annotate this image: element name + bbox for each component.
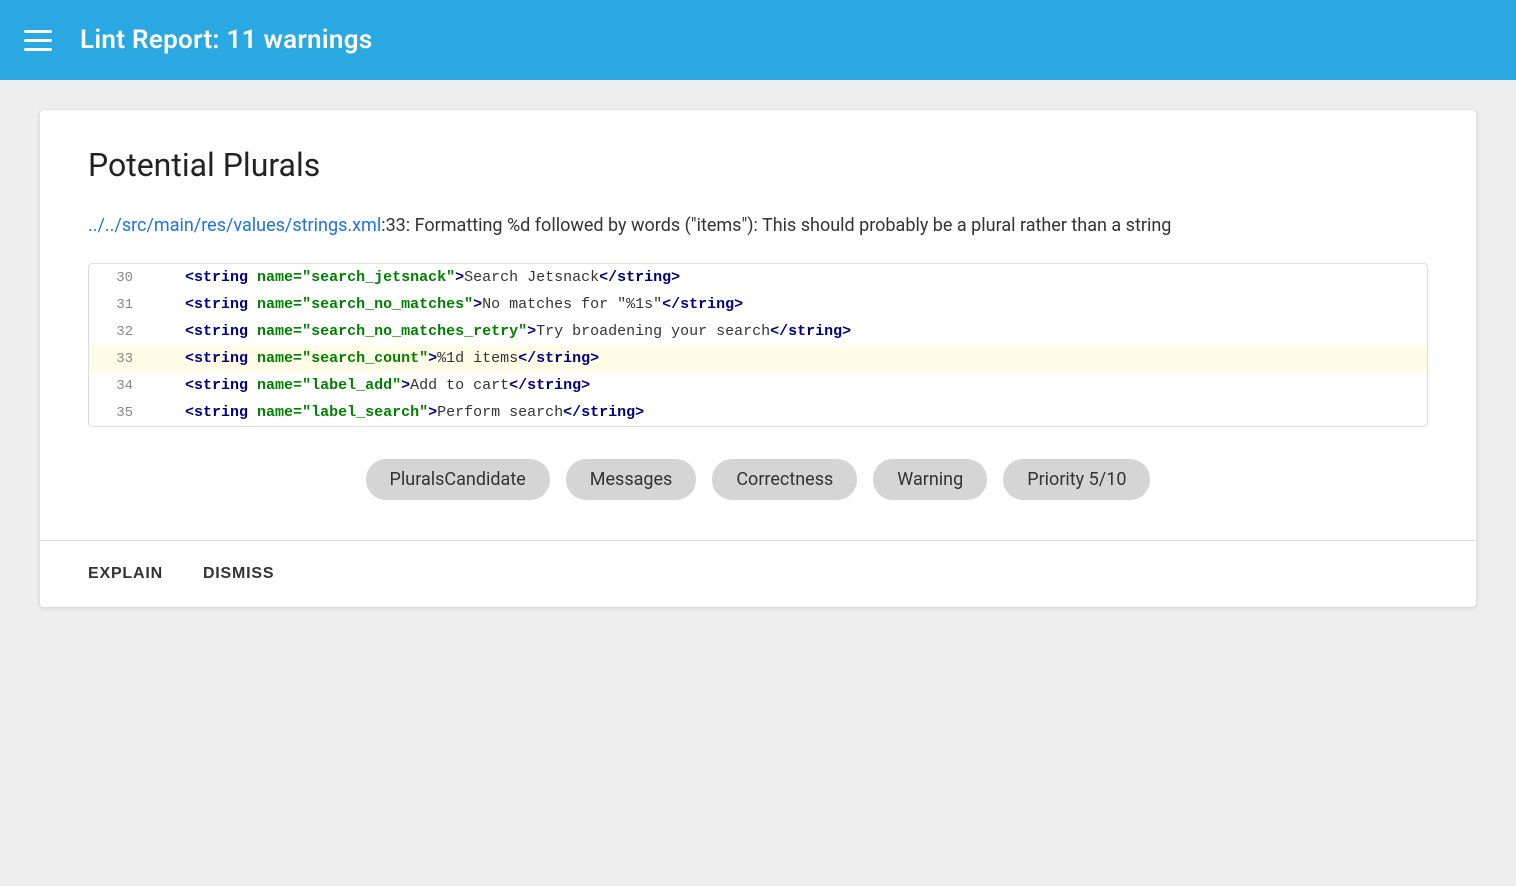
issue-description-text: :33: Formatting %d followed by words ("i… [381,215,1171,236]
chip-warning: Warning [873,459,987,500]
code-content-30: <string name="search_jetsnack">Search Je… [149,269,680,286]
code-content-31: <string name="search_no_matches">No matc… [149,296,743,313]
card-body: Potential Plurals ../../src/main/res/val… [40,110,1476,540]
code-content-35: <string name="label_search">Perform sear… [149,404,644,421]
chip-messages: Messages [566,459,697,500]
code-content-32: <string name="search_no_matches_retry">T… [149,323,851,340]
code-line-30: 30 <string name="search_jetsnack">Search… [89,264,1427,291]
card-footer: EXPLAIN DISMISS [40,540,1476,607]
code-line-32: 32 <string name="search_no_matches_retry… [89,318,1427,345]
issue-file-link[interactable]: ../../src/main/res/values/strings.xml [88,215,381,236]
chip-correctness: Correctness [712,459,857,500]
issue-description: ../../src/main/res/values/strings.xml:33… [88,212,1428,239]
code-line-34: 34 <string name="label_add">Add to cart<… [89,372,1427,399]
line-number-33: 33 [89,351,149,367]
chip-priority: Priority 5/10 [1003,459,1150,500]
explain-button[interactable]: EXPLAIN [88,561,163,587]
code-block: 30 <string name="search_jetsnack">Search… [88,263,1428,427]
section-title: Potential Plurals [88,146,1428,184]
dismiss-button[interactable]: DISMISS [203,561,274,587]
chip-plurals-candidate: PluralsCandidate [366,459,550,500]
line-number-30: 30 [89,270,149,286]
line-number-32: 32 [89,324,149,340]
line-number-31: 31 [89,297,149,313]
lint-issue-card: Potential Plurals ../../src/main/res/val… [40,110,1476,607]
menu-icon[interactable] [24,30,52,51]
code-line-35: 35 <string name="label_search">Perform s… [89,399,1427,426]
code-content-33: <string name="search_count">%1d items</s… [149,350,599,367]
app-bar-title: Lint Report: 11 warnings [80,25,373,55]
line-number-34: 34 [89,378,149,394]
content-area: Potential Plurals ../../src/main/res/val… [0,80,1516,637]
app-bar: Lint Report: 11 warnings [0,0,1516,80]
tags-row: PluralsCandidate Messages Correctness Wa… [88,459,1428,500]
line-number-35: 35 [89,405,149,421]
code-line-31: 31 <string name="search_no_matches">No m… [89,291,1427,318]
code-line-33: 33 <string name="search_count">%1d items… [89,345,1427,372]
code-content-34: <string name="label_add">Add to cart</st… [149,377,590,394]
